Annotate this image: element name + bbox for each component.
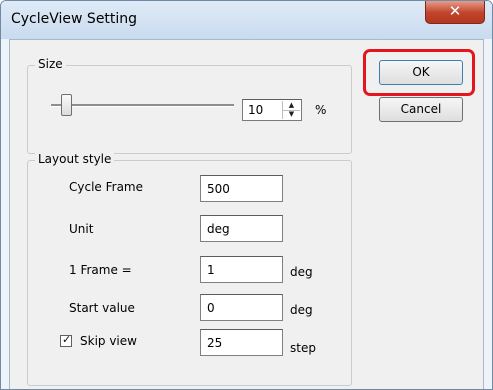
skip-view-input[interactable] xyxy=(200,329,283,356)
size-group: Size ▲ ▼ % xyxy=(27,57,352,154)
ok-button[interactable]: OK xyxy=(379,60,463,85)
skip-view-unit-label: step xyxy=(290,341,316,355)
size-spin-buttons: ▲ ▼ xyxy=(282,101,300,119)
unit-input[interactable] xyxy=(200,215,283,242)
start-value-label: Start value xyxy=(69,301,135,315)
cancel-button[interactable]: Cancel xyxy=(379,97,463,122)
size-group-label: Size xyxy=(35,57,66,71)
title-bar[interactable]: CycleView Setting ✕ xyxy=(1,1,492,39)
dialog-client-area: Size ▲ ▼ % Layout style Cycle Frame Unit… xyxy=(9,39,484,389)
frame-unit-label: deg xyxy=(290,265,313,279)
spin-down-icon[interactable]: ▼ xyxy=(283,110,300,119)
close-icon: ✕ xyxy=(448,2,462,20)
size-slider-thumb[interactable] xyxy=(61,94,72,116)
size-unit-label: % xyxy=(315,103,327,117)
frame-input[interactable] xyxy=(200,256,283,283)
layout-style-group-label: Layout style xyxy=(35,152,115,166)
unit-label: Unit xyxy=(69,222,94,236)
frame-label: 1 Frame = xyxy=(69,263,132,277)
layout-style-group: Layout style Cycle Frame Unit 1 Frame = … xyxy=(27,152,352,386)
check-icon: ✓ xyxy=(62,333,72,346)
skip-view-label[interactable]: Skip view xyxy=(80,334,137,348)
cycleview-setting-dialog: CycleView Setting ✕ Size ▲ ▼ % Layout st… xyxy=(0,0,493,390)
cycle-frame-label: Cycle Frame xyxy=(69,180,143,194)
start-value-unit-label: deg xyxy=(290,303,313,317)
size-slider-track[interactable] xyxy=(51,104,234,107)
start-value-input[interactable] xyxy=(200,294,283,321)
skip-view-checkbox[interactable]: ✓ xyxy=(60,333,72,347)
size-spin-input[interactable] xyxy=(243,100,284,120)
window-title: CycleView Setting xyxy=(11,11,138,27)
close-button[interactable]: ✕ xyxy=(425,1,485,24)
size-spinbox[interactable]: ▲ ▼ xyxy=(242,99,302,121)
cycle-frame-input[interactable] xyxy=(200,175,283,202)
